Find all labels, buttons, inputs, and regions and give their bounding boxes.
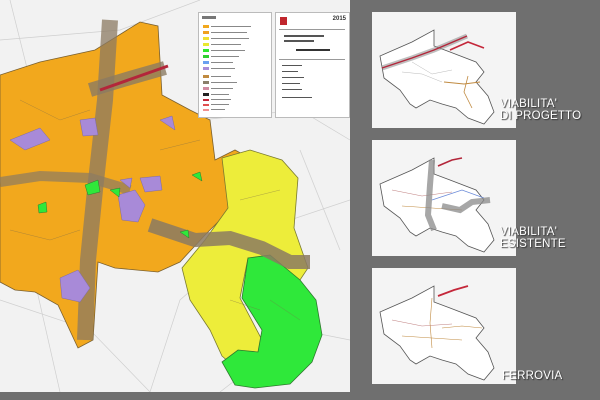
title-block-year: 2015 (332, 16, 346, 22)
municipality-outline (379, 285, 495, 381)
panel-label-line1: VIABILITA' (500, 98, 558, 110)
title-block-text-line (282, 71, 298, 72)
panel-label-line1: VIABILITA' (500, 226, 558, 238)
panel-label-line2: DI PROGETTO (500, 110, 582, 122)
municipality-emblem-icon (280, 17, 287, 25)
map-legend (198, 12, 272, 118)
panel-label-viabilita-progetto: VIABILITA' DI PROGETTO (500, 98, 581, 122)
panel-label-line1: FERROVIA (502, 370, 563, 382)
title-block-divider (279, 59, 345, 60)
panel-map-thumbnail (379, 285, 495, 381)
railway-line (437, 285, 469, 297)
title-block-text-line (282, 97, 312, 98)
title-block: 2015 (275, 12, 350, 118)
title-block-divider (279, 29, 345, 30)
panel-ferrovia[interactable] (372, 268, 516, 384)
title-block-text-line (296, 49, 330, 51)
title-block-text-line (284, 40, 314, 42)
panel-label-viabilita-esistente: VIABILITA' ESISTENTE (500, 226, 566, 250)
panel-label-ferrovia: FERROVIA (502, 370, 562, 382)
panel-map-thumbnail (379, 157, 495, 253)
existing-road-north (437, 157, 463, 167)
title-block-text-line (282, 89, 302, 90)
panel-viabilita-progetto[interactable] (372, 12, 516, 128)
municipality-outline (379, 157, 495, 253)
title-block-text-line (284, 35, 324, 37)
title-block-text-line (282, 77, 304, 78)
municipality-outline (379, 29, 495, 125)
title-block-text-line (282, 65, 302, 66)
legend-graphic (202, 16, 251, 111)
panel-label-line2: ESISTENTE (500, 238, 566, 250)
panel-viabilita-esistente[interactable] (372, 140, 516, 256)
panel-map-thumbnail (379, 29, 495, 125)
main-map[interactable]: 2015 (0, 0, 350, 392)
title-block-text-line (282, 83, 300, 84)
